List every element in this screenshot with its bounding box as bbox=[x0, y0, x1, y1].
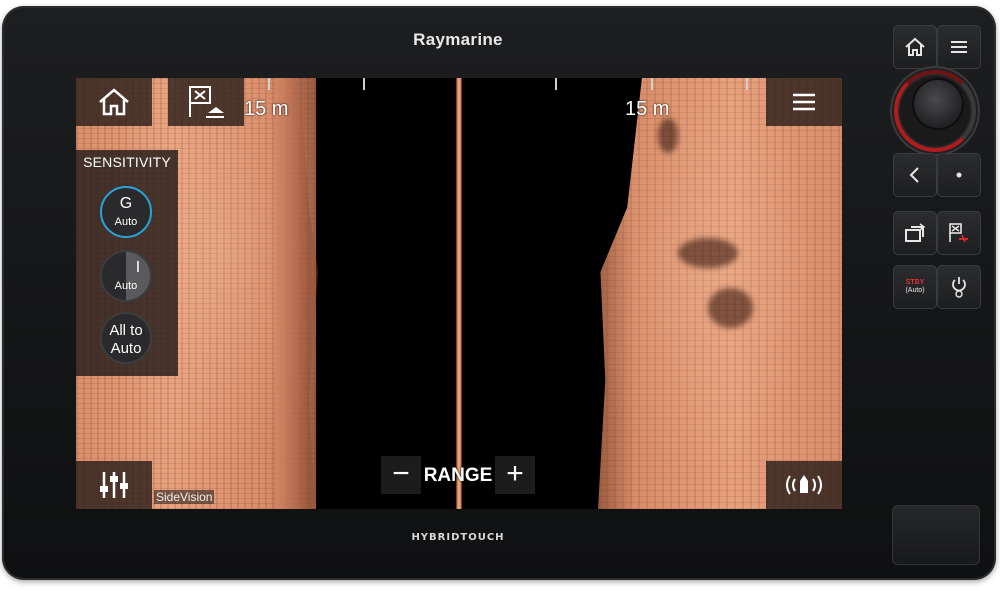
sonar-shadow bbox=[658, 118, 678, 153]
hamburger-menu-icon bbox=[793, 93, 815, 111]
range-label: RANGE bbox=[423, 465, 493, 486]
range-control: − RANGE + bbox=[381, 456, 535, 494]
range-increase-button[interactable]: + bbox=[495, 456, 535, 494]
range-tick bbox=[363, 78, 365, 90]
mode-label: SideVision bbox=[154, 490, 215, 504]
menu-button[interactable] bbox=[766, 78, 842, 126]
stby-sub-label: (Auto) bbox=[905, 287, 925, 294]
intensity-mode: Auto bbox=[114, 280, 138, 292]
waypoint-flag-icon bbox=[189, 86, 224, 118]
hybridtouch-label: HYBRIDTOUCH bbox=[411, 532, 505, 543]
hw-power-button[interactable] bbox=[937, 265, 981, 309]
sonar-shadow bbox=[708, 288, 753, 328]
range-label-left: 15 m bbox=[244, 98, 289, 120]
sonar-screen[interactable]: 15 m 15 m SENSITIVITY G Auto I Auto All … bbox=[76, 78, 842, 509]
dot-icon bbox=[956, 172, 962, 178]
switch-pane-icon bbox=[905, 223, 926, 242]
sliders-icon bbox=[100, 472, 128, 498]
gain-control[interactable]: G Auto bbox=[100, 186, 152, 238]
range-tick bbox=[651, 78, 653, 90]
all-to-auto-line1: All to bbox=[109, 322, 143, 339]
intensity-control[interactable]: I Auto bbox=[100, 250, 152, 302]
gain-label: G bbox=[119, 195, 133, 212]
range-decrease-button[interactable]: − bbox=[381, 456, 421, 494]
hamburger-menu-icon bbox=[951, 41, 967, 53]
hw-back-button[interactable] bbox=[893, 153, 937, 197]
hw-ok-button[interactable] bbox=[937, 153, 981, 197]
brand-logo: Raymarine bbox=[413, 30, 503, 49]
hw-switch-active-button[interactable] bbox=[893, 211, 937, 255]
stby-label: STBY bbox=[905, 279, 925, 286]
settings-button[interactable] bbox=[76, 461, 152, 509]
range-tick bbox=[555, 78, 557, 90]
transducer-button[interactable] bbox=[766, 461, 842, 509]
range-label-right: 15 m bbox=[625, 98, 670, 120]
sensitivity-panel: SENSITIVITY G Auto I Auto All to Auto bbox=[76, 150, 178, 376]
sonar-transducer-icon bbox=[786, 475, 822, 495]
range-tick bbox=[268, 78, 270, 90]
sonar-shadow bbox=[678, 238, 738, 268]
hw-waypoint-mob-button[interactable] bbox=[937, 211, 981, 255]
unicontrol-knob[interactable] bbox=[914, 80, 962, 128]
home-button[interactable] bbox=[76, 78, 152, 126]
home-icon bbox=[905, 37, 925, 56]
waypoint-button[interactable] bbox=[168, 78, 244, 126]
hw-home-button[interactable] bbox=[893, 25, 937, 69]
hw-menu-button[interactable] bbox=[937, 25, 981, 69]
power-icon bbox=[952, 277, 966, 298]
boat-track-line bbox=[456, 78, 462, 509]
sonar-image-starboard bbox=[598, 78, 842, 509]
home-icon bbox=[99, 88, 129, 116]
hw-standby-button[interactable]: STBY (Auto) bbox=[893, 265, 937, 309]
gain-mode: Auto bbox=[114, 216, 138, 228]
range-tick bbox=[746, 78, 748, 90]
waypoint-mob-icon bbox=[949, 223, 968, 243]
chevron-left-icon bbox=[909, 167, 919, 183]
sensitivity-title: SENSITIVITY bbox=[83, 154, 171, 170]
stby-label-group: STBY (Auto) bbox=[905, 279, 924, 295]
intensity-label: I bbox=[135, 259, 141, 276]
all-to-auto-line2: Auto bbox=[110, 340, 142, 357]
card-reader-door[interactable] bbox=[892, 505, 980, 565]
all-to-auto-button[interactable]: All to Auto bbox=[100, 312, 152, 364]
